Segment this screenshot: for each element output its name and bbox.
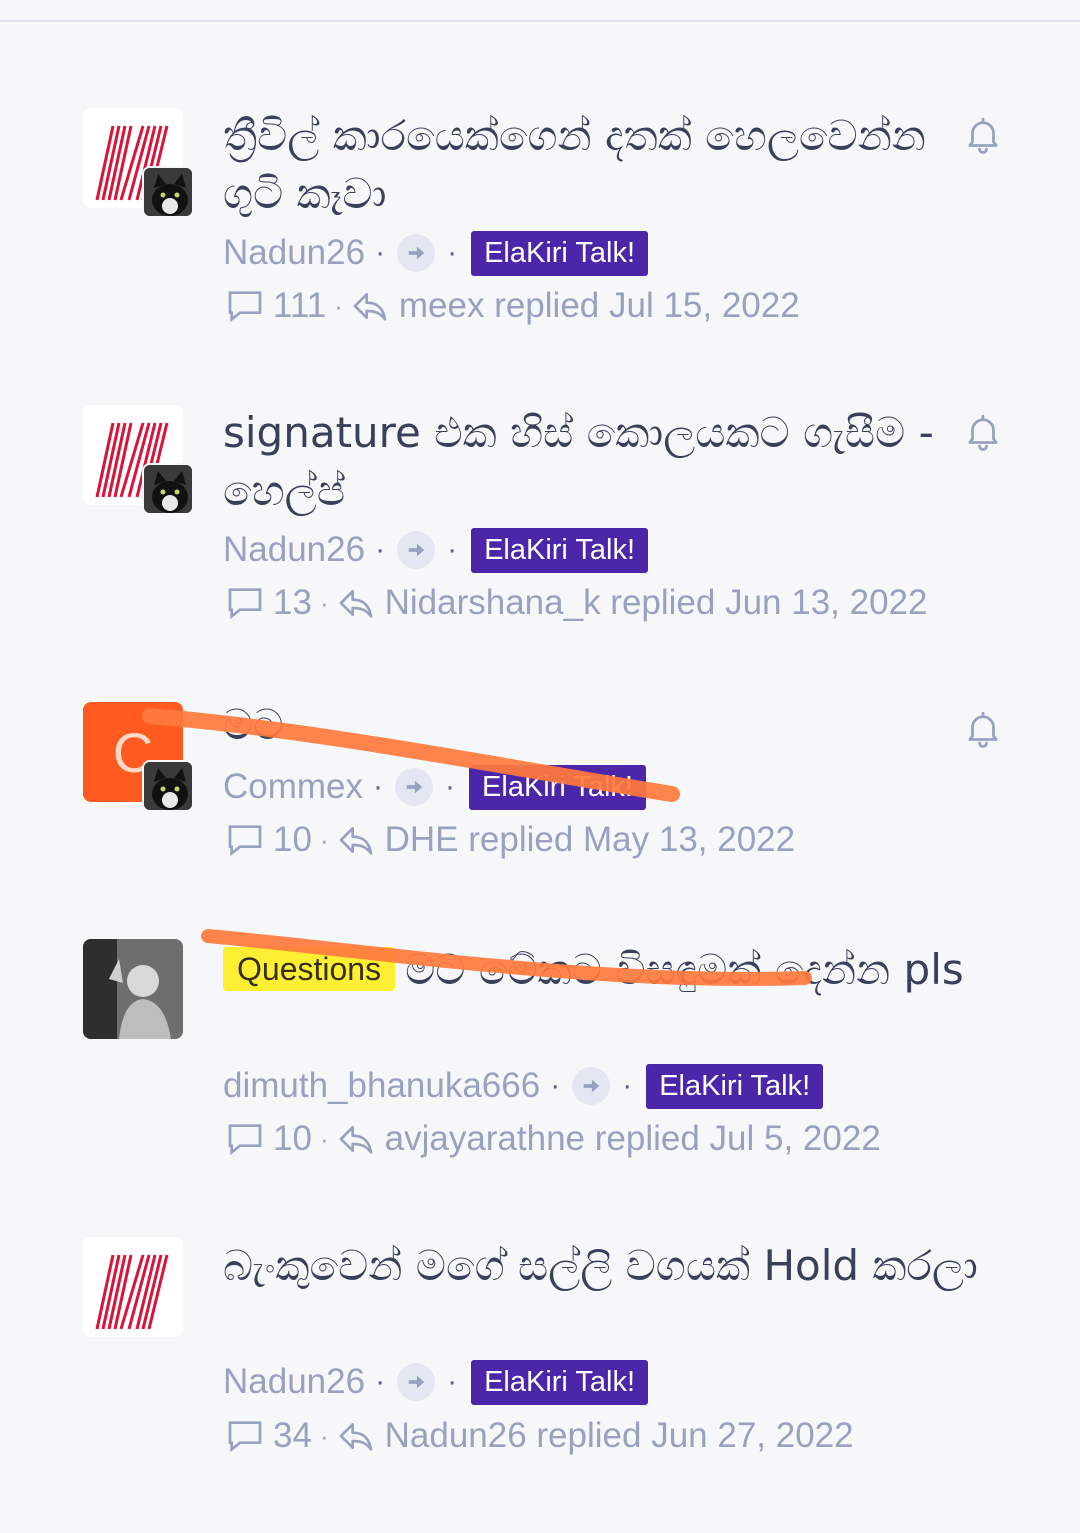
forum-badge[interactable]: ElaKiri Talk!	[471, 527, 649, 573]
thread-item[interactable]: C මට Commex · · ElaKiri Talk! 10 · DHE r…	[0, 594, 1080, 859]
cat-avatar[interactable]	[142, 463, 194, 515]
reply-icon	[335, 1416, 377, 1456]
thread-stats: 34 · Nadun26 replied Jun 27, 2022	[225, 1411, 854, 1461]
separator: ·	[445, 770, 456, 803]
separator: ·	[319, 1420, 329, 1451]
bell-icon[interactable]	[962, 708, 1004, 750]
arrow-right-icon[interactable]	[397, 531, 436, 569]
reply-count: 34	[273, 1416, 312, 1455]
site-logo-avatar[interactable]	[83, 1237, 183, 1337]
thread-title-text[interactable]: මට මේකට විසඳුමක් දෙන්න pls	[405, 945, 964, 994]
cat-avatar[interactable]	[142, 760, 194, 812]
separator: ·	[373, 770, 384, 803]
user-avatar[interactable]	[83, 939, 183, 1039]
thread-title[interactable]: මට	[223, 696, 983, 754]
thread-meta: Nadun26 · · ElaKiri Talk!	[223, 228, 649, 278]
thread-item[interactable]: ත්‍රීවිල් කාරයෙක්ගෙන් දතක් හෙලවෙන්න ගුටි…	[0, 0, 1080, 325]
thread-author[interactable]: Commex	[223, 767, 363, 807]
separator: ·	[375, 236, 386, 269]
separator: ·	[375, 1365, 386, 1398]
thread-title[interactable]: signature එක හිස් කොලයකට ගැසීම - හෙල්ප්	[223, 404, 983, 520]
thread-title[interactable]: බැංකුවෙන් මගේ සල්ලි වගයක් Hold කරලා	[223, 1237, 983, 1295]
thread-author[interactable]: Nadun26	[223, 530, 365, 570]
cat-avatar[interactable]	[142, 166, 194, 218]
thread-meta: dimuth_bhanuka666 · · ElaKiri Talk!	[223, 1061, 824, 1111]
last-reply[interactable]: Nadun26 replied Jun 27, 2022	[385, 1416, 854, 1456]
separator: ·	[375, 533, 386, 566]
thread-title[interactable]: Questions මට මේකට විසඳුමක් දෙන්න pls	[223, 939, 983, 1001]
arrow-right-icon[interactable]	[397, 234, 436, 272]
thread-item[interactable]: signature එක හිස් කොලයකට ගැසීම - හෙල්ප් …	[0, 297, 1080, 622]
forum-badge[interactable]: ElaKiri Talk!	[471, 230, 649, 276]
thread-author[interactable]: dimuth_bhanuka666	[223, 1066, 540, 1106]
thread-item[interactable]: බැංකුවෙන් මගේ සල්ලි වගයක් Hold කරලා Nadu…	[0, 1129, 1080, 1455]
separator: ·	[447, 236, 458, 269]
forum-badge[interactable]: ElaKiri Talk!	[471, 1359, 649, 1405]
thread-meta: Nadun26 · · ElaKiri Talk!	[223, 525, 649, 575]
arrow-right-icon[interactable]	[572, 1067, 611, 1105]
thread-meta: Nadun26 · · ElaKiri Talk!	[223, 1357, 649, 1407]
separator: ·	[550, 1069, 561, 1102]
separator: ·	[622, 1069, 633, 1102]
bell-icon[interactable]	[962, 411, 1004, 453]
thread-title[interactable]: ත්‍රීවිල් කාරයෙක්ගෙන් දතක් හෙලවෙන්න ගුටි…	[223, 107, 983, 223]
thread-item[interactable]: Questions මට මේකට විසඳුමක් දෙන්න pls dimu…	[0, 831, 1080, 1158]
arrow-right-icon[interactable]	[395, 768, 434, 806]
comment-icon	[225, 1416, 265, 1456]
thread-author[interactable]: Nadun26	[223, 1362, 365, 1402]
arrow-right-icon[interactable]	[397, 1363, 436, 1401]
thread-author[interactable]: Nadun26	[223, 233, 365, 273]
forum-badge[interactable]: ElaKiri Talk!	[469, 764, 646, 810]
separator: ·	[447, 1365, 458, 1398]
bell-icon[interactable]	[962, 114, 1004, 156]
questions-prefix-badge[interactable]: Questions	[223, 947, 396, 991]
forum-badge[interactable]: ElaKiri Talk!	[646, 1063, 824, 1109]
separator: ·	[447, 533, 458, 566]
thread-meta: Commex · · ElaKiri Talk!	[223, 762, 646, 812]
